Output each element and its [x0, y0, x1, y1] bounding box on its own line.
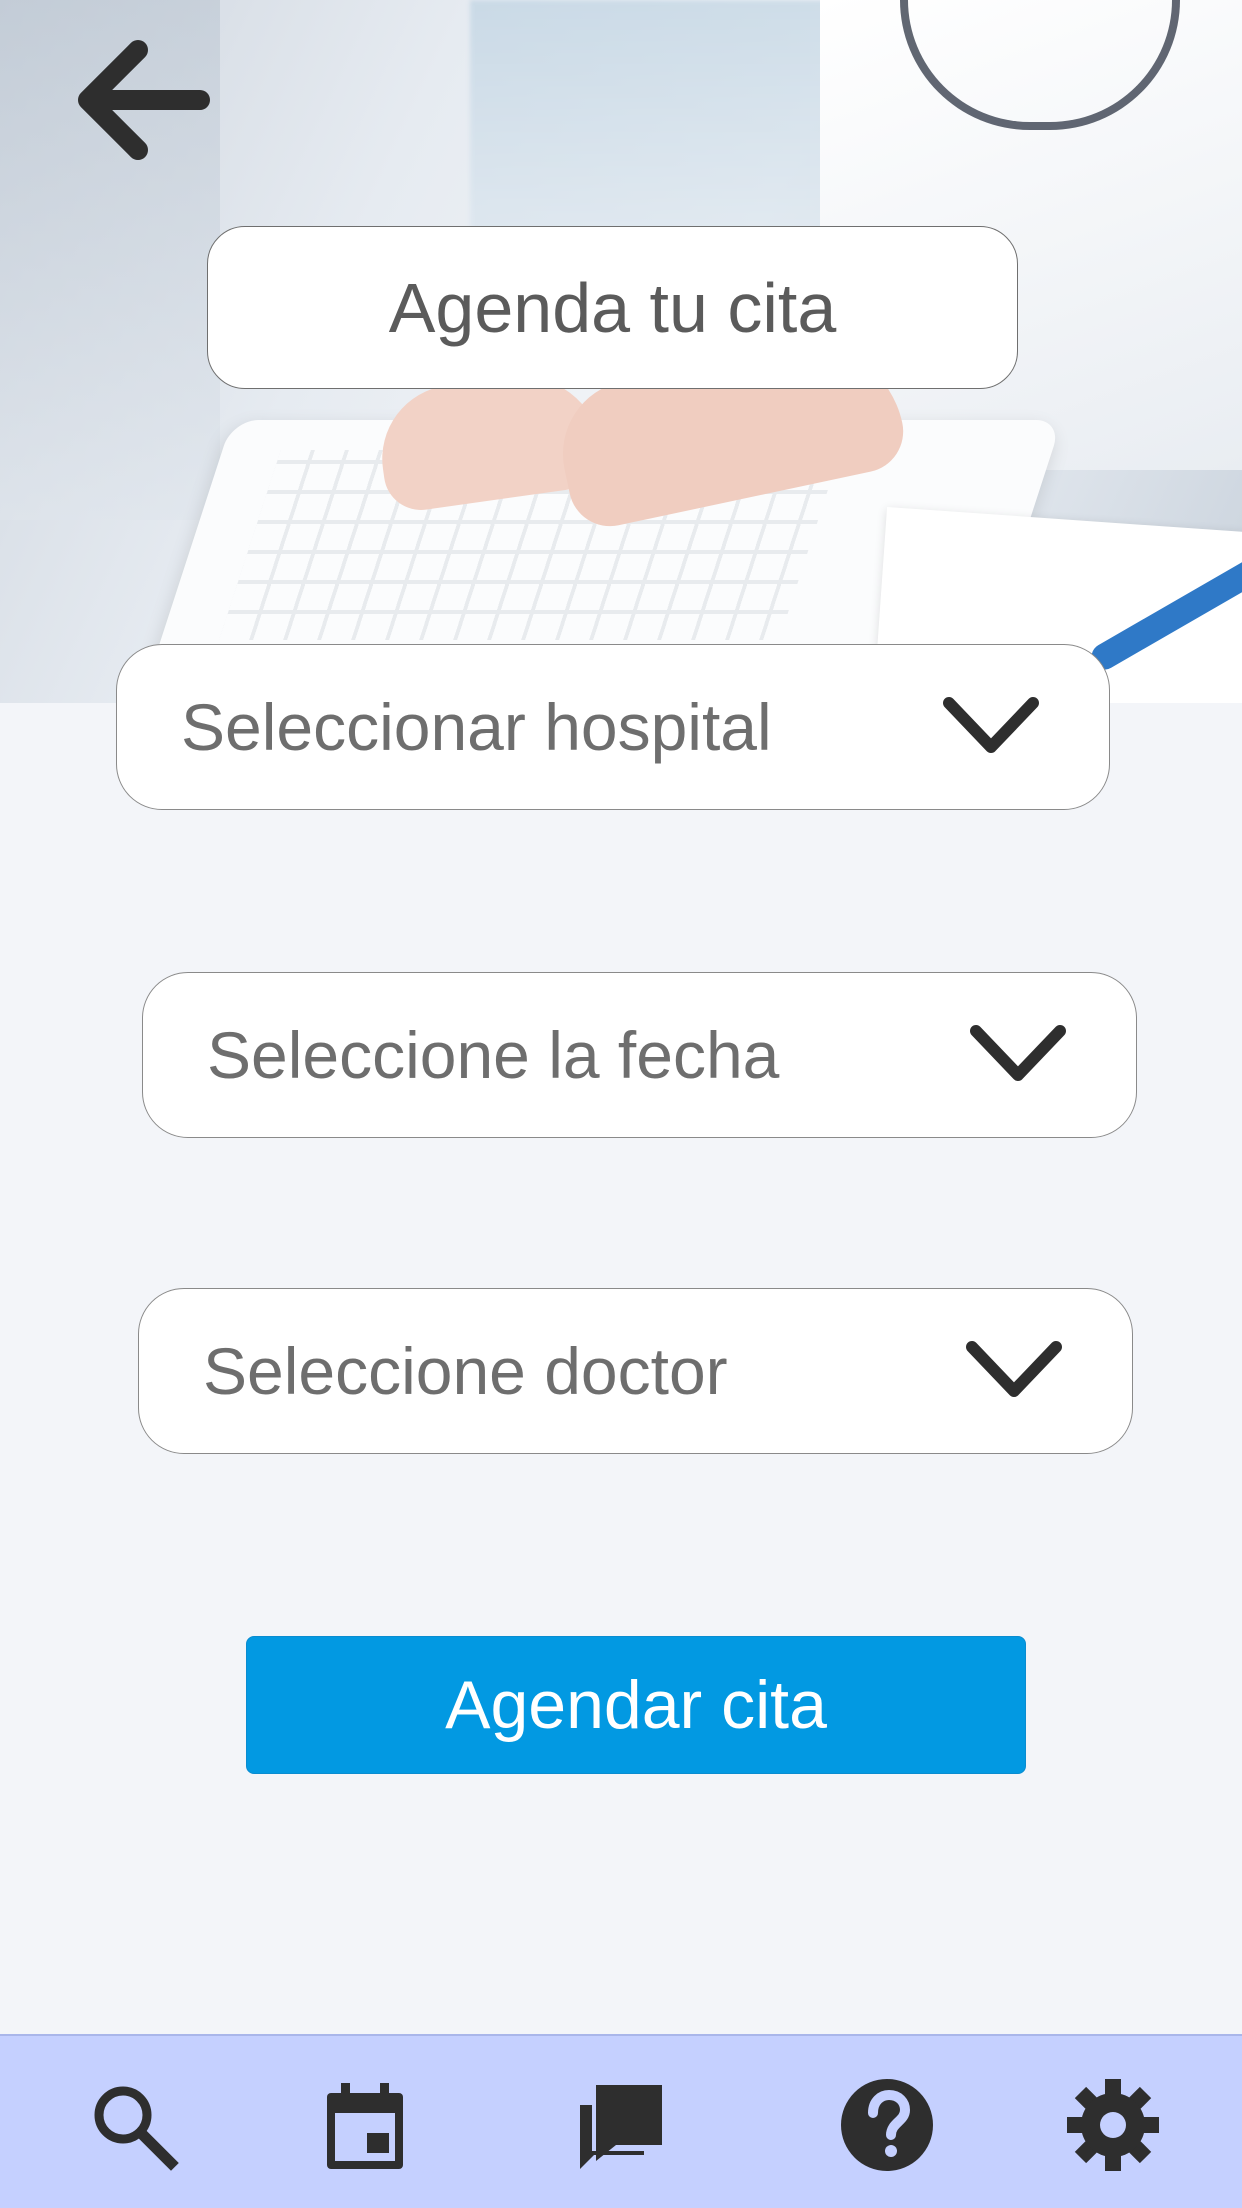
search-icon — [94, 2086, 179, 2171]
back-button[interactable] — [60, 30, 210, 170]
page-title: Agenda tu cita — [207, 226, 1018, 389]
chat-icon — [580, 2085, 662, 2169]
chevron-down-icon — [943, 697, 1039, 753]
gear-icon — [1067, 2079, 1159, 2171]
nav-search-button[interactable] — [78, 2070, 188, 2180]
chevron-down-icon — [970, 1025, 1066, 1081]
nav-messages-button[interactable] — [565, 2070, 675, 2180]
hospital-select[interactable]: Seleccionar hospital — [116, 644, 1110, 810]
nav-settings-button[interactable] — [1058, 2070, 1168, 2180]
nav-calendar-button[interactable] — [310, 2070, 420, 2180]
arrow-left-icon — [78, 40, 210, 160]
bottom-nav — [0, 2034, 1242, 2208]
schedule-appointment-button[interactable]: Agendar cita — [246, 1636, 1026, 1774]
date-select[interactable]: Seleccione la fecha — [142, 972, 1137, 1138]
calendar-icon — [327, 2083, 403, 2169]
help-icon — [841, 2079, 933, 2171]
nav-help-button[interactable] — [832, 2070, 942, 2180]
chevron-down-icon — [966, 1341, 1062, 1397]
doctor-select[interactable]: Seleccione doctor — [138, 1288, 1133, 1454]
